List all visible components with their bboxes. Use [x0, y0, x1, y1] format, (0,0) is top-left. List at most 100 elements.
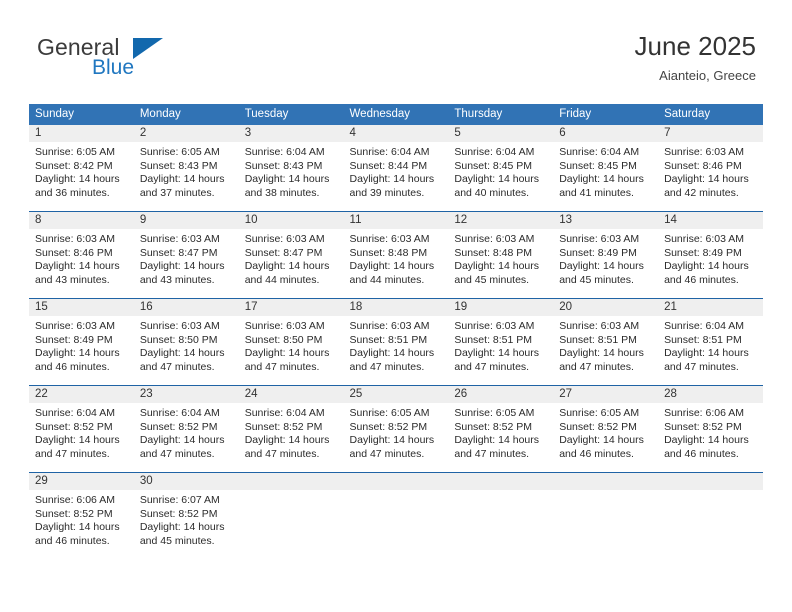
calendar-day-cell[interactable]: 9 Sunrise: 6:03 AM Sunset: 8:47 PM Daylight… — [133, 211, 239, 299]
daylight-text: Daylight: 14 hours and 36 minutes. — [35, 173, 120, 199]
daylight-text: Daylight: 14 hours and 45 minutes. — [559, 260, 644, 286]
calendar-day-cell[interactable]: 27 Sunrise: 6:05 AM Sunset: 8:52 PM Dayligh… — [553, 385, 659, 473]
calendar-day-cell[interactable]: 16 Sunrise: 6:03 AM Sunset: 8:50 PM Dayligh… — [133, 298, 239, 386]
sunrise-text: Sunrise: 6:04 AM — [559, 146, 640, 158]
calendar-day-cell[interactable]: 25 Sunrise: 6:05 AM Sunset: 8:52 PM Dayligh… — [343, 385, 449, 473]
sunrise-text: Sunrise: 6:04 AM — [244, 146, 325, 158]
daylight-text: Daylight: 14 hours and 47 minutes. — [244, 434, 330, 460]
calendar-day: 15 Sunrise: 6:03 AM Sunset: 8:49 PM Dayligh… — [29, 299, 134, 385]
sunset-text: Sunset: 8:52 PM — [244, 420, 323, 433]
calendar-day-cell[interactable]: 5 Sunrise: 6:04 AM Sunset: 8:45 PM Daylight… — [448, 125, 554, 212]
calendar-day: 29 Sunrise: 6:06 AM Sunset: 8:52 PM Dayligh… — [29, 473, 134, 559]
sunset-text: Sunset: 8:43 PM — [244, 159, 323, 172]
day-number: 30 — [133, 473, 239, 490]
sunrise-text: Sunrise: 6:03 AM — [349, 320, 430, 332]
calendar-day-cell[interactable]: 26 Sunrise: 6:05 AM Sunset: 8:52 PM Dayligh… — [448, 385, 554, 473]
calendar-day-cell[interactable] — [343, 472, 449, 559]
calendar-day-cell[interactable] — [553, 472, 659, 559]
calendar-day-cell[interactable]: 29 Sunrise: 6:06 AM Sunset: 8:52 PM Dayligh… — [29, 472, 134, 559]
calendar-day-cell[interactable] — [658, 472, 763, 559]
calendar-day: 10 Sunrise: 6:03 AM Sunset: 8:47 PM Dayligh… — [238, 212, 344, 298]
calendar-day-cell[interactable]: 17 Sunrise: 6:03 AM Sunset: 8:50 PM Dayligh… — [238, 298, 344, 386]
calendar-day-cell[interactable]: 20 Sunrise: 6:03 AM Sunset: 8:51 PM Dayligh… — [553, 298, 659, 386]
calendar-day-cell[interactable]: 10 Sunrise: 6:03 AM Sunset: 8:47 PM Dayligh… — [238, 211, 344, 299]
title-block: June 2025 Aianteio, Greece — [635, 31, 756, 83]
calendar-day-cell[interactable] — [238, 472, 344, 559]
calendar-day-cell[interactable]: 19 Sunrise: 6:03 AM Sunset: 8:51 PM Dayligh… — [448, 298, 554, 386]
day-number — [343, 473, 449, 490]
sunset-text: Sunset: 8:50 PM — [139, 333, 218, 346]
daylight-text: Daylight: 14 hours and 47 minutes. — [454, 434, 540, 460]
daylight-text: Daylight: 14 hours and 46 minutes. — [664, 434, 749, 460]
sunset-text: Sunset: 8:51 PM — [664, 333, 742, 346]
sunrise-text: Sunrise: 6:04 AM — [35, 407, 115, 419]
day-number: 19 — [448, 299, 554, 316]
calendar-week-row: 1 Sunrise: 6:05 AM Sunset: 8:42 PM Daylight… — [29, 125, 763, 212]
sunset-text: Sunset: 8:50 PM — [244, 333, 323, 346]
calendar-page: General Blue June 2025 Aianteio, Greece … — [0, 0, 792, 612]
calendar-day-cell[interactable]: 22 Sunrise: 6:04 AM Sunset: 8:52 PM Dayligh… — [29, 385, 134, 473]
calendar-day-cell[interactable]: 21 Sunrise: 6:04 AM Sunset: 8:51 PM Dayligh… — [658, 298, 763, 386]
day-details: Sunrise: 6:03 AM Sunset: 8:51 PM Daylight:… — [344, 316, 449, 374]
daylight-text: Daylight: 14 hours and 38 minutes. — [244, 173, 330, 199]
sunrise-text: Sunrise: 6:03 AM — [454, 320, 535, 332]
daylight-text: Daylight: 14 hours and 37 minutes. — [139, 173, 225, 199]
calendar-day-cell[interactable]: 12 Sunrise: 6:03 AM Sunset: 8:48 PM Dayligh… — [448, 211, 554, 299]
calendar-day: 9 Sunrise: 6:03 AM Sunset: 8:47 PM Daylight… — [133, 212, 239, 298]
sunrise-text: Sunrise: 6:03 AM — [349, 233, 430, 245]
calendar-day-cell[interactable]: 7 Sunrise: 6:03 AM Sunset: 8:46 PM Daylight… — [658, 125, 763, 212]
sunrise-text: Sunrise: 6:06 AM — [664, 407, 745, 419]
day-number: 18 — [343, 299, 449, 316]
sunrise-text: Sunrise: 6:04 AM — [244, 407, 325, 419]
sunset-text: Sunset: 8:45 PM — [559, 159, 637, 172]
weekday-header-wednesday: Wednesday — [343, 104, 449, 125]
brand-logo[interactable]: General Blue — [37, 36, 257, 90]
calendar-day-cell[interactable]: 14 Sunrise: 6:03 AM Sunset: 8:49 PM Dayligh… — [658, 211, 763, 299]
day-number: 5 — [448, 125, 554, 142]
sunrise-sunset-calendar: Sunday Monday Tuesday Wednesday Thursday… — [29, 104, 763, 559]
calendar-day-cell[interactable]: 8 Sunrise: 6:03 AM Sunset: 8:46 PM Daylight… — [29, 211, 134, 299]
day-details: Sunrise: 6:03 AM Sunset: 8:51 PM Daylight:… — [553, 316, 658, 374]
calendar-day-cell[interactable]: 23 Sunrise: 6:04 AM Sunset: 8:52 PM Dayligh… — [133, 385, 239, 473]
sunset-text: Sunset: 8:51 PM — [349, 333, 428, 346]
day-details: Sunrise: 6:06 AM Sunset: 8:52 PM Daylight:… — [658, 403, 763, 461]
sunrise-text: Sunrise: 6:06 AM — [35, 494, 115, 506]
sunset-text: Sunset: 8:52 PM — [139, 420, 218, 433]
calendar-day-cell[interactable]: 3 Sunrise: 6:04 AM Sunset: 8:43 PM Daylight… — [238, 125, 344, 212]
calendar-day: 19 Sunrise: 6:03 AM Sunset: 8:51 PM Dayligh… — [448, 299, 554, 385]
day-details: Sunrise: 6:03 AM Sunset: 8:50 PM Daylight:… — [134, 316, 239, 374]
calendar-day-cell[interactable]: 2 Sunrise: 6:05 AM Sunset: 8:43 PM Daylight… — [133, 125, 239, 212]
calendar-day-cell[interactable]: 1 Sunrise: 6:05 AM Sunset: 8:42 PM Daylight… — [29, 125, 134, 212]
calendar-day-cell[interactable]: 6 Sunrise: 6:04 AM Sunset: 8:45 PM Daylight… — [553, 125, 659, 212]
day-number: 20 — [553, 299, 659, 316]
day-details: Sunrise: 6:04 AM Sunset: 8:52 PM Daylight:… — [134, 403, 239, 461]
sunrise-text: Sunrise: 6:04 AM — [349, 146, 430, 158]
calendar-day-cell[interactable]: 28 Sunrise: 6:06 AM Sunset: 8:52 PM Dayligh… — [658, 385, 763, 473]
calendar-day-cell[interactable]: 24 Sunrise: 6:04 AM Sunset: 8:52 PM Dayligh… — [238, 385, 344, 473]
day-number: 16 — [133, 299, 239, 316]
calendar-day-cell[interactable]: 15 Sunrise: 6:03 AM Sunset: 8:49 PM Dayligh… — [29, 298, 134, 386]
calendar-day-cell[interactable] — [448, 472, 554, 559]
calendar-day-cell[interactable]: 18 Sunrise: 6:03 AM Sunset: 8:51 PM Dayligh… — [343, 298, 449, 386]
daylight-text: Daylight: 14 hours and 47 minutes. — [349, 434, 435, 460]
calendar-day-cell[interactable]: 13 Sunrise: 6:03 AM Sunset: 8:49 PM Dayligh… — [553, 211, 659, 299]
sunrise-text: Sunrise: 6:03 AM — [664, 146, 745, 158]
calendar-day-cell[interactable]: 30 Sunrise: 6:07 AM Sunset: 8:52 PM Dayligh… — [133, 472, 239, 559]
sunset-text: Sunset: 8:48 PM — [454, 246, 533, 259]
sunset-text: Sunset: 8:51 PM — [454, 333, 533, 346]
day-details: Sunrise: 6:04 AM Sunset: 8:52 PM Daylight:… — [239, 403, 344, 461]
calendar-day-cell[interactable]: 4 Sunrise: 6:04 AM Sunset: 8:44 PM Daylight… — [343, 125, 449, 212]
day-details: Sunrise: 6:03 AM Sunset: 8:48 PM Daylight:… — [344, 229, 449, 287]
daylight-text: Daylight: 14 hours and 47 minutes. — [349, 347, 435, 373]
calendar-week-row: 29 Sunrise: 6:06 AM Sunset: 8:52 PM Dayligh… — [29, 472, 763, 559]
day-number: 2 — [133, 125, 239, 142]
day-details: Sunrise: 6:03 AM Sunset: 8:47 PM Daylight:… — [134, 229, 239, 287]
daylight-text: Daylight: 14 hours and 46 minutes. — [559, 434, 644, 460]
calendar-day: 2 Sunrise: 6:05 AM Sunset: 8:43 PM Daylight… — [133, 125, 239, 211]
sunset-text: Sunset: 8:52 PM — [664, 420, 742, 433]
calendar-day-cell[interactable]: 11 Sunrise: 6:03 AM Sunset: 8:48 PM Dayligh… — [343, 211, 449, 299]
day-number: 26 — [448, 386, 554, 403]
calendar-day: 26 Sunrise: 6:05 AM Sunset: 8:52 PM Dayligh… — [448, 386, 554, 472]
calendar-day: 23 Sunrise: 6:04 AM Sunset: 8:52 PM Dayligh… — [133, 386, 239, 472]
day-number: 23 — [133, 386, 239, 403]
